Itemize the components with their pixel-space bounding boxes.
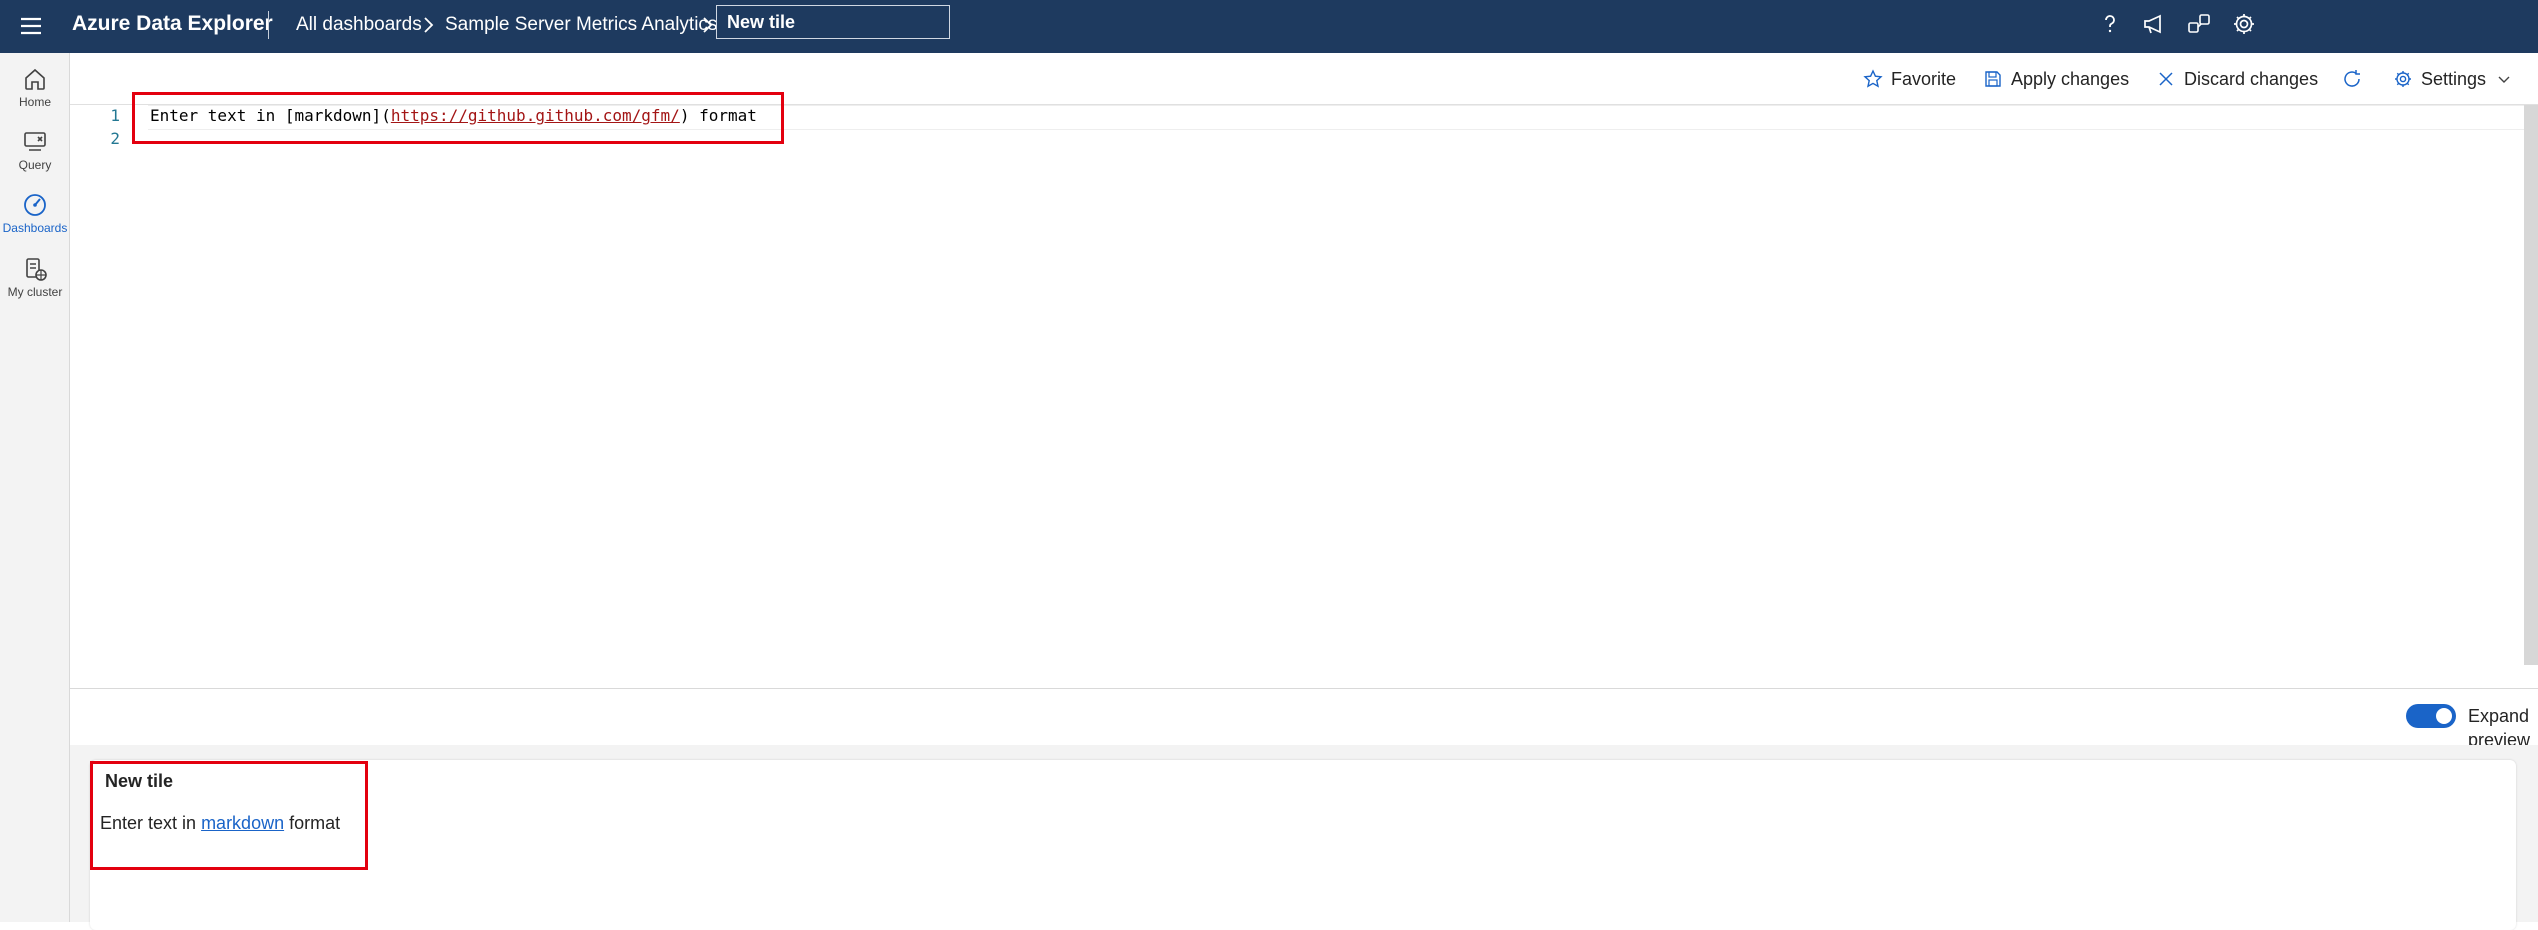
rail-label-home: Home — [18, 95, 51, 109]
preview-tile — [90, 760, 2516, 930]
app-title: Azure Data Explorer — [72, 12, 273, 35]
hamburger-menu-icon[interactable] — [18, 13, 44, 39]
settings-button[interactable]: Settings — [2393, 66, 2512, 92]
gear-icon[interactable] — [2230, 10, 2258, 38]
save-icon — [1985, 71, 2001, 87]
rail-item-query[interactable]: Query — [0, 128, 70, 184]
top-bar: Azure Data Explorer All dashboards Sampl… — [0, 0, 2538, 53]
star-icon — [1863, 69, 1883, 88]
discard-changes-label: Discard changes — [2184, 68, 2319, 89]
apply-changes-label: Apply changes — [2011, 68, 2130, 89]
left-navigation-rail: Home Query Dashboards My cluster — [0, 53, 70, 922]
chevron-right-icon — [700, 15, 714, 35]
toggle-knob — [2436, 708, 2452, 724]
favorite-button[interactable]: Favorite — [1863, 66, 1956, 92]
preview-area — [70, 745, 2538, 930]
close-icon — [2159, 72, 2173, 86]
favorite-label: Favorite — [1891, 68, 1957, 89]
query-icon — [24, 132, 46, 151]
gear-icon — [2395, 71, 2411, 87]
rail-label-query: Query — [18, 158, 52, 172]
help-icon[interactable] — [2096, 10, 2124, 38]
rail-label-my-cluster: My cluster — [7, 285, 63, 299]
expand-preview-toggle[interactable] — [2406, 704, 2456, 728]
highlight-box-editor — [132, 92, 784, 144]
preview-header: Expand preview — [70, 689, 2538, 750]
feedback-icon[interactable] — [2140, 10, 2168, 38]
rail-item-home[interactable]: Home — [0, 65, 70, 121]
chevron-down-icon — [2498, 76, 2510, 83]
line-number: 1 — [110, 106, 120, 125]
title-divider — [268, 11, 269, 39]
chevron-right-icon — [421, 15, 435, 35]
discard-changes-button[interactable]: Discard changes — [2156, 66, 2318, 92]
highlight-box-tile — [90, 761, 368, 870]
breadcrumb-dashboard[interactable]: Sample Server Metrics Analytics — [445, 13, 717, 37]
home-icon — [25, 68, 45, 90]
rail-label-dashboards: Dashboards — [2, 221, 68, 235]
rail-item-my-cluster[interactable]: My cluster — [0, 255, 70, 311]
apply-changes-button[interactable]: Apply changes — [1983, 66, 2129, 92]
dashboard-gauge-icon — [24, 194, 46, 216]
tile-name-input[interactable]: New tile — [716, 5, 950, 39]
refresh-icon — [2344, 70, 2360, 87]
rail-item-dashboards[interactable]: Dashboards — [0, 191, 70, 247]
refresh-button[interactable] — [2341, 66, 2371, 92]
line-number: 2 — [110, 129, 120, 148]
share-icon[interactable] — [2185, 10, 2213, 38]
editor-scrollbar-thumb[interactable] — [2524, 105, 2538, 665]
settings-label: Settings — [2421, 68, 2487, 89]
cluster-icon — [26, 258, 47, 281]
breadcrumb-all-dashboards[interactable]: All dashboards — [296, 13, 422, 37]
markdown-code-editor[interactable]: 1 2 Enter text in [markdown](https://git… — [70, 105, 2538, 689]
editor-scrollbar[interactable] — [2524, 105, 2538, 665]
